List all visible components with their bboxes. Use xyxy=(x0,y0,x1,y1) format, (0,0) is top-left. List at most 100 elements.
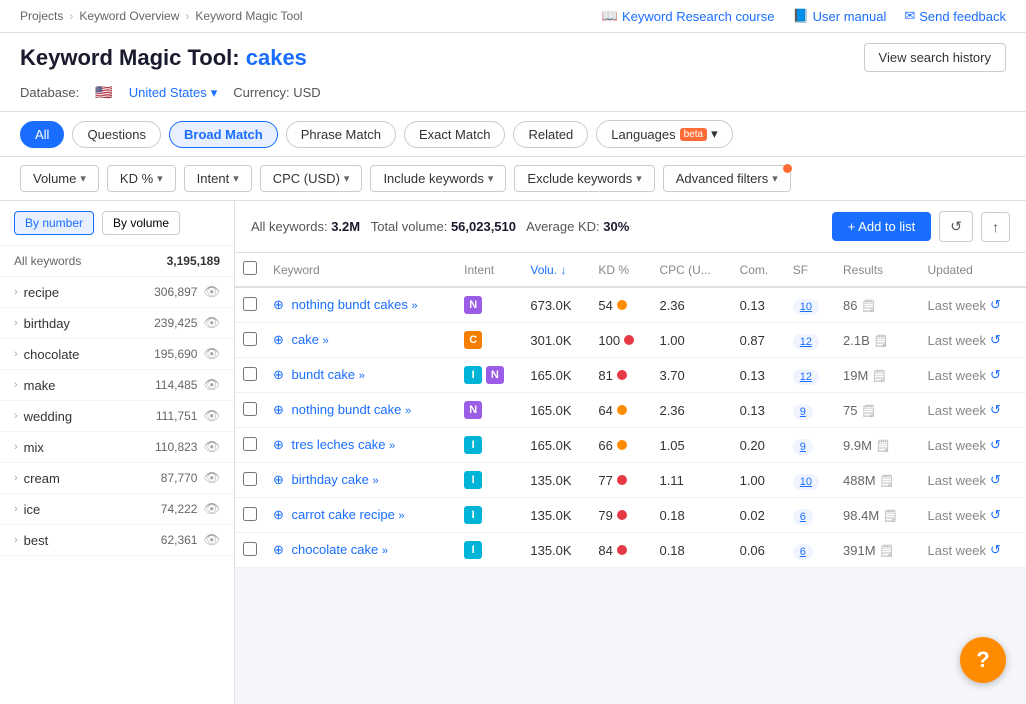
expand-icon: › xyxy=(14,534,18,546)
keyword-link[interactable]: cake xyxy=(292,332,319,347)
breadcrumb-projects[interactable]: Projects xyxy=(20,9,63,23)
keyword-link[interactable]: nothing bundt cakes xyxy=(292,297,408,312)
eye-icon[interactable]: 👁 xyxy=(203,284,220,300)
refresh-icon[interactable]: ↺ xyxy=(990,332,1001,348)
select-all-checkbox[interactable] xyxy=(243,261,257,275)
navigate-icon[interactable]: » xyxy=(398,510,404,522)
navigate-icon[interactable]: » xyxy=(382,545,388,557)
select-all-header[interactable] xyxy=(235,253,265,287)
row-checkbox[interactable] xyxy=(243,297,257,311)
export-button[interactable]: ↑ xyxy=(981,212,1010,242)
sidebar-item-chocolate[interactable]: › chocolate 195,690 👁 xyxy=(0,339,234,370)
kw-research-link[interactable]: 📖 Keyword Research course xyxy=(602,8,775,24)
keyword-link[interactable]: chocolate cake xyxy=(292,542,379,557)
sf-badge[interactable]: 6 xyxy=(793,544,813,560)
eye-icon[interactable]: 👁 xyxy=(203,377,220,393)
row-checkbox[interactable] xyxy=(243,332,257,346)
send-feedback-link[interactable]: ✉ Send feedback xyxy=(904,8,1006,24)
sf-badge[interactable]: 6 xyxy=(793,509,813,525)
kd-filter[interactable]: KD % ▾ xyxy=(107,165,176,192)
expand-icon: › xyxy=(14,379,18,391)
breadcrumb-keyword-overview[interactable]: Keyword Overview xyxy=(79,9,179,23)
sidebar-item-recipe[interactable]: › recipe 306,897 👁 xyxy=(0,277,234,308)
user-manual-link[interactable]: 📘 User manual xyxy=(792,8,886,24)
tab-exact-match[interactable]: Exact Match xyxy=(404,121,506,148)
sf-badge[interactable]: 10 xyxy=(793,474,819,490)
intent-filter[interactable]: Intent ▾ xyxy=(184,165,252,192)
add-keyword-icon[interactable]: ⊕ xyxy=(273,332,284,347)
help-chat-button[interactable]: ? xyxy=(960,637,1006,683)
keyword-link[interactable]: carrot cake recipe xyxy=(292,507,395,522)
sidebar-item-wedding[interactable]: › wedding 111,751 👁 xyxy=(0,401,234,432)
navigate-icon[interactable]: » xyxy=(405,405,411,417)
row-checkbox[interactable] xyxy=(243,507,257,521)
add-keyword-icon[interactable]: ⊕ xyxy=(273,437,284,452)
keyword-link[interactable]: birthday cake xyxy=(292,472,369,487)
refresh-icon[interactable]: ↺ xyxy=(990,472,1001,488)
sf-badge[interactable]: 10 xyxy=(793,299,819,315)
row-checkbox[interactable] xyxy=(243,472,257,486)
add-keyword-icon[interactable]: ⊕ xyxy=(273,472,284,487)
sidebar-item-cream[interactable]: › cream 87,770 👁 xyxy=(0,463,234,494)
refresh-icon[interactable]: ↺ xyxy=(990,542,1001,558)
advanced-filters-button[interactable]: Advanced filters ▾ xyxy=(663,165,791,192)
keyword-link[interactable]: tres leches cake xyxy=(292,437,386,452)
sidebar-item-birthday[interactable]: › birthday 239,425 👁 xyxy=(0,308,234,339)
view-history-button[interactable]: View search history xyxy=(864,43,1006,72)
keyword-link[interactable]: bundt cake xyxy=(292,367,356,382)
eye-icon[interactable]: 👁 xyxy=(203,501,220,517)
eye-icon[interactable]: 👁 xyxy=(203,470,220,486)
refresh-icon[interactable]: ↺ xyxy=(990,507,1001,523)
add-keyword-icon[interactable]: ⊕ xyxy=(273,542,284,557)
add-keyword-icon[interactable]: ⊕ xyxy=(273,402,284,417)
database-value[interactable]: United States ▾ xyxy=(129,85,218,101)
sf-badge[interactable]: 12 xyxy=(793,334,819,350)
sf-badge[interactable]: 9 xyxy=(793,439,813,455)
eye-icon[interactable]: 👁 xyxy=(203,408,220,424)
row-checkbox[interactable] xyxy=(243,367,257,381)
navigate-icon[interactable]: » xyxy=(372,475,378,487)
volume-col-header[interactable]: Volu. ↓ xyxy=(522,253,590,287)
refresh-icon[interactable]: ↺ xyxy=(990,297,1001,313)
add-keyword-icon[interactable]: ⊕ xyxy=(273,367,284,382)
sf-badge[interactable]: 12 xyxy=(793,369,819,385)
row-checkbox[interactable] xyxy=(243,402,257,416)
eye-icon[interactable]: 👁 xyxy=(203,315,220,331)
include-keywords-filter[interactable]: Include keywords ▾ xyxy=(370,165,506,192)
sidebar-item-make[interactable]: › make 114,485 👁 xyxy=(0,370,234,401)
row-checkbox[interactable] xyxy=(243,542,257,556)
navigate-icon[interactable]: » xyxy=(323,335,329,347)
volume-filter[interactable]: Volume ▾ xyxy=(20,165,99,192)
refresh-icon[interactable]: ↺ xyxy=(990,437,1001,453)
intent-cell: I xyxy=(456,498,522,533)
exclude-keywords-filter[interactable]: Exclude keywords ▾ xyxy=(514,165,654,192)
refresh-button[interactable]: ↺ xyxy=(939,211,973,242)
tab-all[interactable]: All xyxy=(20,121,64,148)
sf-badge[interactable]: 9 xyxy=(793,404,813,420)
tab-questions[interactable]: Questions xyxy=(72,121,161,148)
sort-by-volume-button[interactable]: By volume xyxy=(102,211,180,235)
eye-icon[interactable]: 👁 xyxy=(203,439,220,455)
keyword-link[interactable]: nothing bundt cake xyxy=(292,402,402,417)
navigate-icon[interactable]: » xyxy=(389,440,395,452)
tab-related[interactable]: Related xyxy=(513,121,588,148)
navigate-icon[interactable]: » xyxy=(359,370,365,382)
row-checkbox[interactable] xyxy=(243,437,257,451)
tab-broad-match[interactable]: Broad Match xyxy=(169,121,278,148)
add-to-list-button[interactable]: + Add to list xyxy=(832,212,932,241)
sidebar-item-ice[interactable]: › ice 74,222 👁 xyxy=(0,494,234,525)
add-keyword-icon[interactable]: ⊕ xyxy=(273,297,284,312)
tab-phrase-match[interactable]: Phrase Match xyxy=(286,121,396,148)
eye-icon[interactable]: 👁 xyxy=(203,532,220,548)
sidebar-item-mix[interactable]: › mix 110,823 👁 xyxy=(0,432,234,463)
sf-col-header: SF xyxy=(785,253,835,287)
refresh-icon[interactable]: ↺ xyxy=(990,402,1001,418)
sort-by-number-button[interactable]: By number xyxy=(14,211,94,235)
eye-icon[interactable]: 👁 xyxy=(203,346,220,362)
refresh-icon[interactable]: ↺ xyxy=(990,367,1001,383)
navigate-icon[interactable]: » xyxy=(412,300,418,312)
add-keyword-icon[interactable]: ⊕ xyxy=(273,507,284,522)
cpc-filter[interactable]: CPC (USD) ▾ xyxy=(260,165,363,192)
languages-button[interactable]: Languages beta ▾ xyxy=(596,120,732,148)
sidebar-item-best[interactable]: › best 62,361 👁 xyxy=(0,525,234,556)
